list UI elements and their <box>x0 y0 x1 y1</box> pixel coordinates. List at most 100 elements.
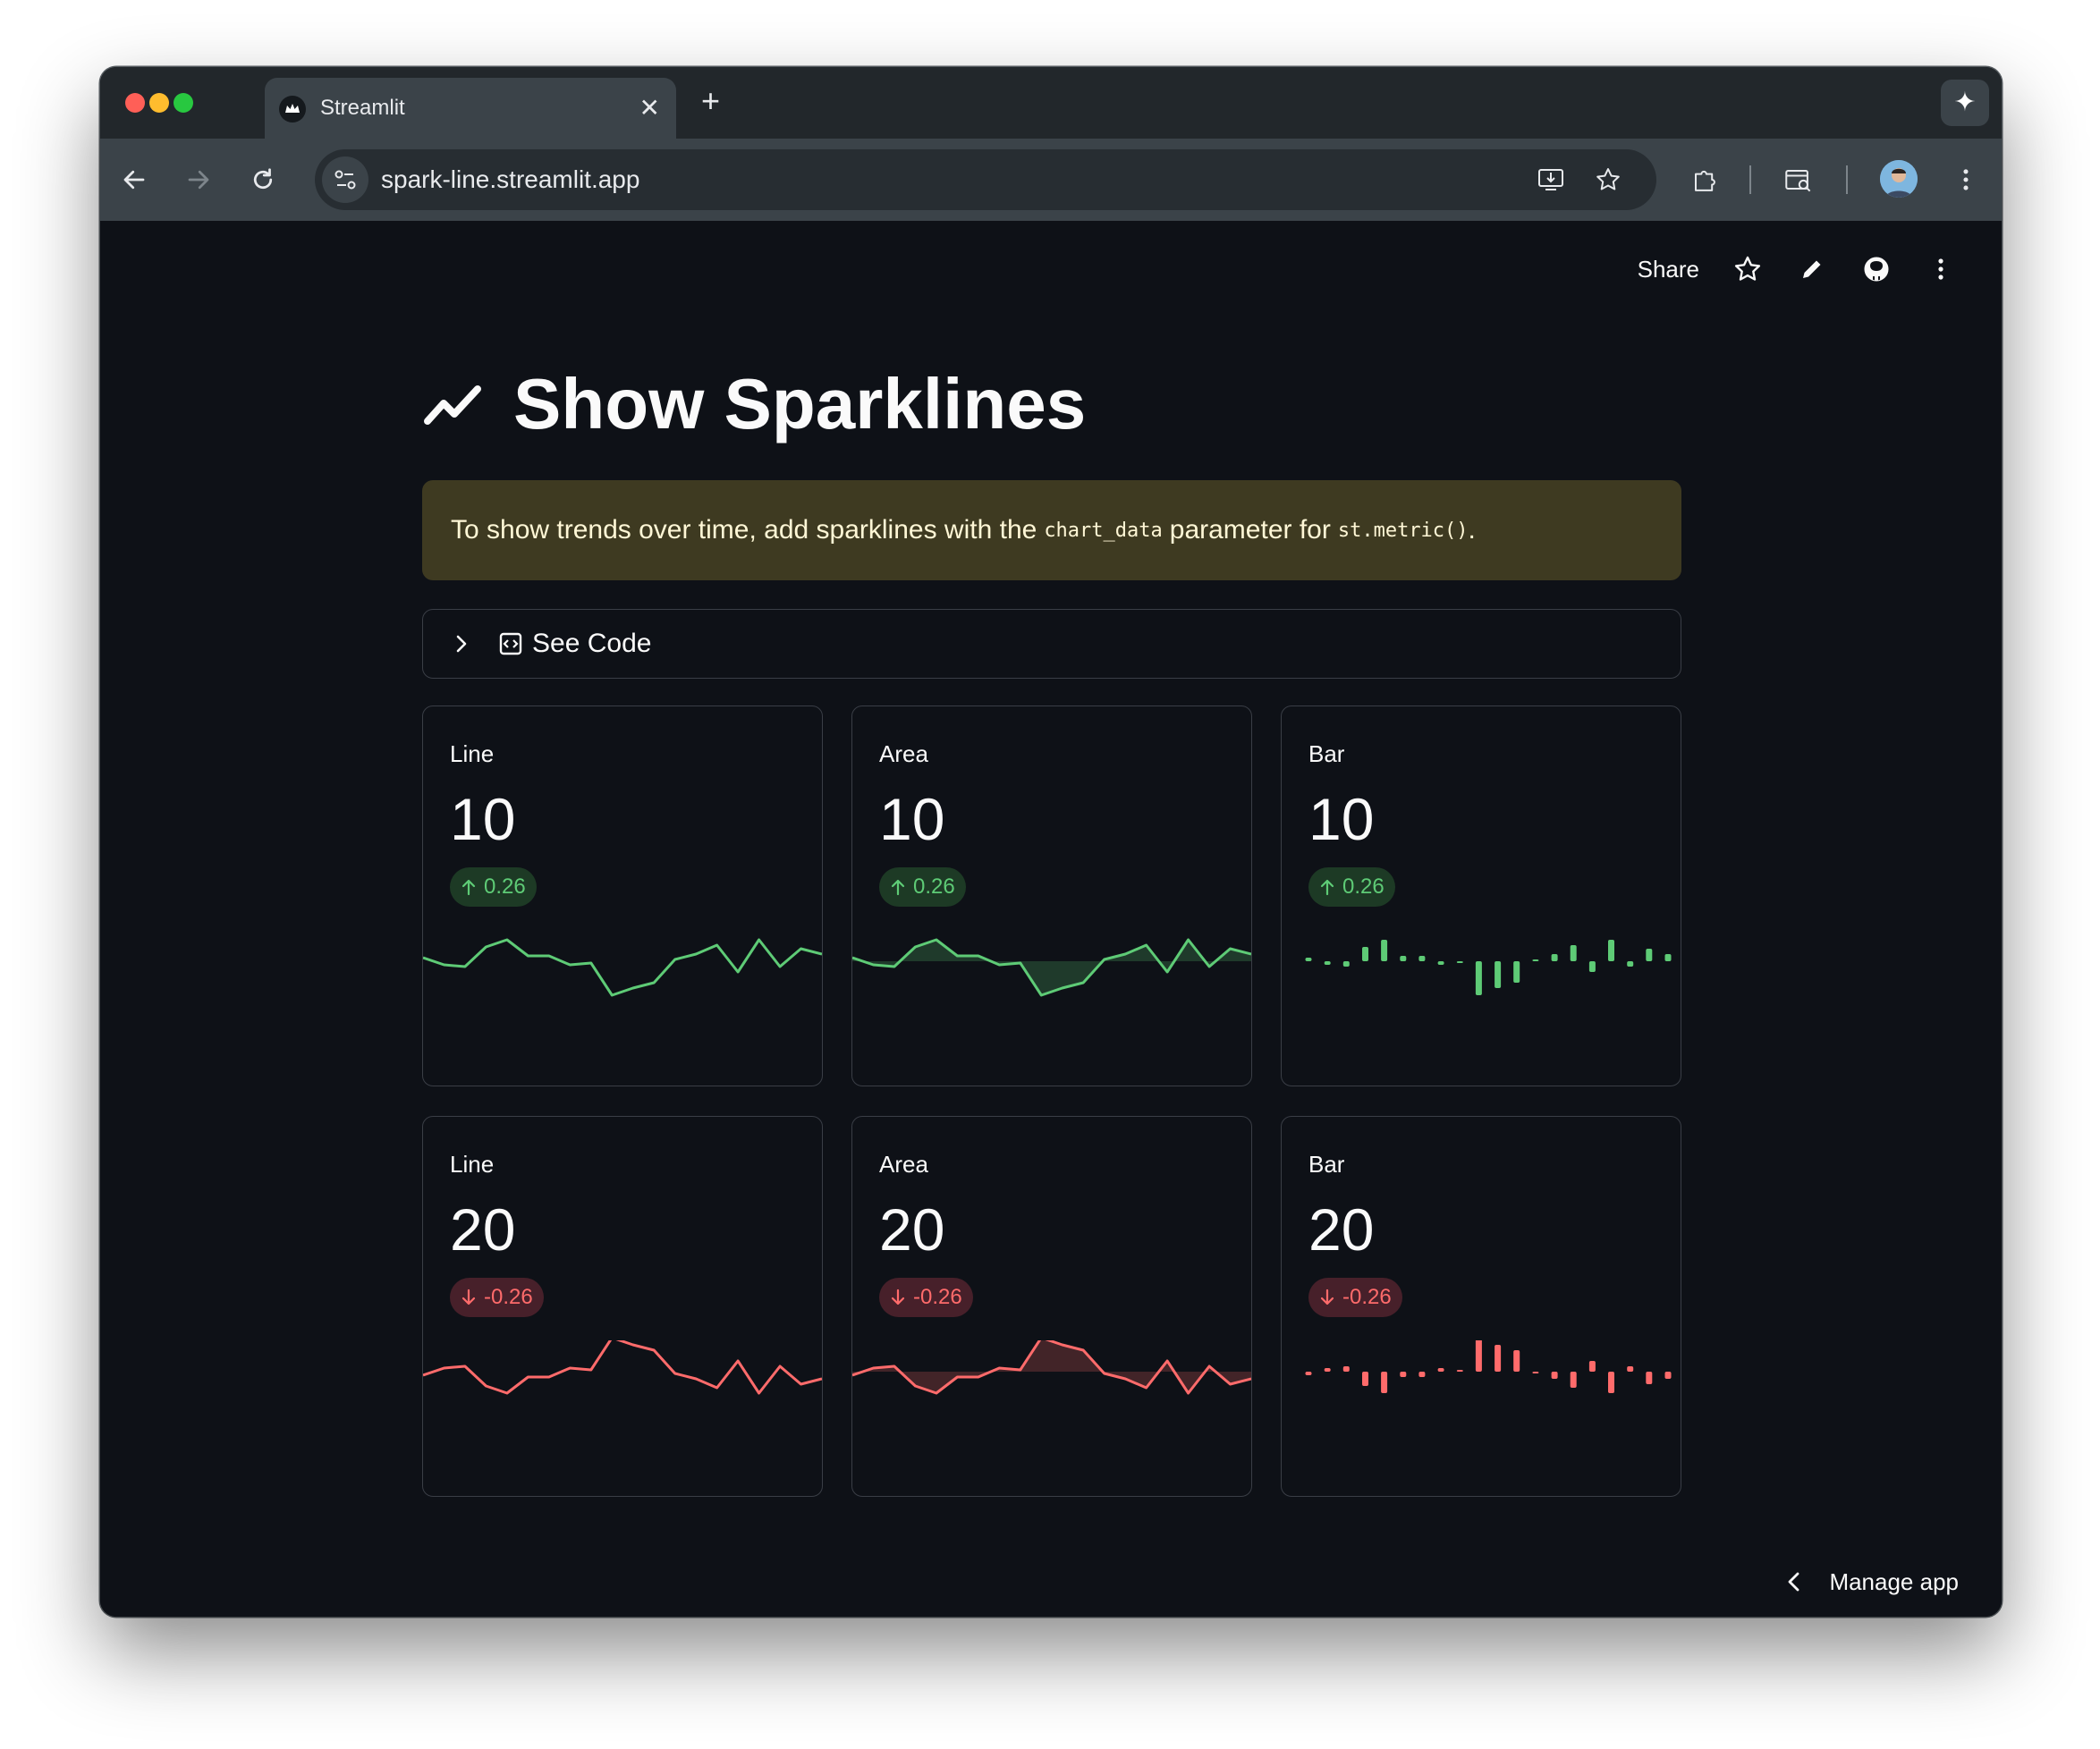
sparkline-bar <box>1475 1340 1482 1372</box>
install-app-icon[interactable] <box>1531 160 1571 199</box>
sparkline-bar <box>1513 1350 1520 1372</box>
chevron-left-icon <box>1789 1572 1799 1592</box>
site-settings-icon[interactable] <box>322 156 368 203</box>
bar-sparkline <box>1305 1340 1672 1393</box>
sparkline-bar <box>1664 1372 1672 1379</box>
extensions-button[interactable] <box>1685 160 1724 199</box>
sparkline-bar <box>1495 961 1502 988</box>
close-window-button[interactable] <box>125 93 145 113</box>
share-button[interactable]: Share <box>1638 256 1699 283</box>
alert-code-chart-data: chart_data <box>1044 519 1163 542</box>
metric-value: 20 <box>450 1196 516 1263</box>
forward-button[interactable] <box>179 160 218 199</box>
star-icon[interactable] <box>1732 253 1764 285</box>
app-header-actions: Share <box>1638 242 1957 296</box>
manage-app-label: Manage app <box>1829 1567 1959 1595</box>
tab-strip: Streamlit ✕ + ✦ <box>100 67 2002 139</box>
gemini-sparkle-icon[interactable]: ✦ <box>1941 80 1989 126</box>
sparkline-bar <box>1381 1372 1388 1393</box>
sparkline-bar <box>1532 959 1539 961</box>
metric-delta-badge: -0.26 <box>879 1278 973 1317</box>
sparkline-bar <box>1551 1372 1558 1379</box>
sparkline-area-fill <box>852 1340 1251 1393</box>
url-text: spark-line.streamlit.app <box>381 165 640 193</box>
sparkline-bar <box>1646 1372 1653 1384</box>
code-block-icon <box>499 632 522 655</box>
area-sparkline <box>852 938 1251 997</box>
tab-search-button[interactable] <box>1778 160 1817 199</box>
sparkline-bar <box>1646 949 1653 961</box>
metric-card: Area 10 0.26 <box>851 706 1252 1086</box>
arrow-right-icon <box>188 170 209 190</box>
streamlit-favicon-icon <box>279 96 306 123</box>
arrow-down-icon <box>461 1289 476 1305</box>
arrow-down-icon <box>1320 1289 1334 1305</box>
edit-pencil-icon[interactable] <box>1796 253 1828 285</box>
metric-delta-value: -0.26 <box>913 1285 962 1309</box>
bookmark-star-icon[interactable] <box>1588 160 1628 199</box>
sparkline-bar <box>1381 940 1388 961</box>
alert-text-middle: parameter for <box>1169 515 1331 545</box>
sparkline-bar <box>1570 945 1577 961</box>
metric-card: Line 10 0.26 <box>422 706 823 1086</box>
sparkline-bar <box>1362 1372 1368 1386</box>
tab-title: Streamlit <box>320 96 405 120</box>
zoom-window-button[interactable] <box>174 93 193 113</box>
sparkline-bar <box>1664 954 1672 961</box>
sparkline-bar <box>1532 1372 1539 1373</box>
sparkline-bar <box>1362 947 1368 961</box>
line-sparkline <box>423 938 822 997</box>
sparkline-bar <box>1342 961 1350 967</box>
metric-delta-value: 0.26 <box>484 874 526 899</box>
metric-label: Area <box>879 1151 928 1178</box>
metric-delta-value: 0.26 <box>913 874 955 899</box>
sparkline-bar <box>1627 961 1634 967</box>
sparkline-bar <box>1495 1345 1502 1372</box>
back-button[interactable] <box>114 160 154 199</box>
browser-menu-button[interactable] <box>1946 160 1986 199</box>
metric-delta-badge: 0.26 <box>450 867 537 907</box>
metric-label: Area <box>879 740 928 767</box>
metric-value: 20 <box>1308 1196 1375 1263</box>
metric-delta-badge: -0.26 <box>1308 1278 1402 1317</box>
sparkline-bar <box>1608 940 1614 961</box>
sparkline-bar <box>1456 961 1463 963</box>
arrow-down-icon <box>891 1289 905 1305</box>
metric-card: Line 20 -0.26 <box>422 1116 823 1497</box>
metric-delta-value: -0.26 <box>1342 1285 1392 1309</box>
metric-value: 10 <box>450 786 516 852</box>
sparkline-bar <box>1324 1368 1331 1372</box>
new-tab-button[interactable]: + <box>701 83 720 119</box>
sparkline-bar <box>1456 1370 1463 1372</box>
alert-code-st-metric: st.metric() <box>1337 519 1469 542</box>
reload-button[interactable] <box>243 160 283 199</box>
sparkline-bar <box>1608 1372 1614 1393</box>
puzzle-piece-icon <box>1695 170 1715 191</box>
sparkline-line <box>423 1340 822 1395</box>
alert-text-before: To show trends over time, add sparklines… <box>451 515 1037 545</box>
sparkline-bar <box>1437 1368 1444 1372</box>
metric-delta-value: 0.26 <box>1342 874 1384 899</box>
metric-label: Bar <box>1308 740 1345 767</box>
metric-label: Line <box>450 1151 495 1178</box>
tab-streamlit[interactable]: Streamlit ✕ <box>265 78 676 139</box>
profile-avatar[interactable] <box>1880 160 1918 198</box>
address-bar[interactable]: spark-line.streamlit.app <box>315 149 1656 210</box>
expander-label: See Code <box>532 629 652 658</box>
see-code-expander[interactable]: See Code <box>422 609 1681 679</box>
minimize-window-button[interactable] <box>149 93 169 113</box>
manage-app-button[interactable]: Manage app <box>1782 1559 1959 1604</box>
tab-close-icon[interactable]: ✕ <box>639 92 660 124</box>
sparkline-bar <box>1305 1372 1312 1375</box>
sparkline-bar <box>1418 956 1426 961</box>
tab-search-icon <box>1785 170 1811 192</box>
github-icon[interactable] <box>1860 253 1893 285</box>
bar-sparkline <box>1305 940 1672 995</box>
metric-value: 10 <box>879 786 945 852</box>
sparkline-bar <box>1418 1372 1426 1377</box>
sparkline-bar <box>1513 961 1520 983</box>
arrow-up-icon <box>891 879 905 896</box>
metric-card: Area 20 -0.26 <box>851 1116 1252 1497</box>
main-menu-icon[interactable] <box>1925 253 1957 285</box>
info-alert: To show trends over time, add sparklines… <box>422 480 1681 580</box>
